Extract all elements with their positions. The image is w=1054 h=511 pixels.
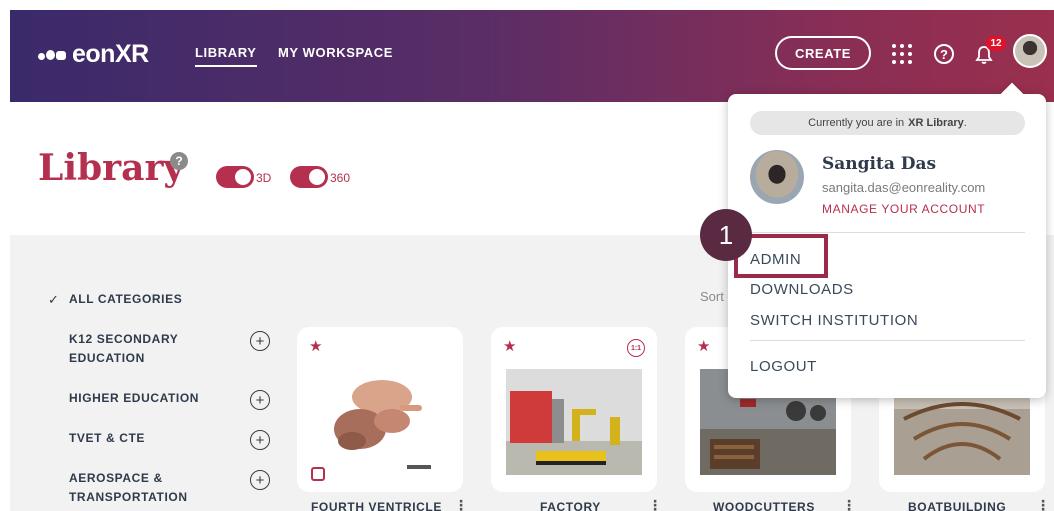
- category-tvet-cte[interactable]: TVET & CTE: [69, 429, 145, 448]
- star-icon[interactable]: ★: [309, 337, 322, 355]
- profile-avatar: [750, 150, 804, 204]
- user-email: sangita.das@eonreality.com: [822, 180, 986, 195]
- location-pill: Currently you are in XR Library.: [750, 111, 1025, 135]
- category-k12-secondary[interactable]: K12 SECONDARY EDUCATION: [69, 330, 178, 368]
- divider: [750, 340, 1025, 341]
- toggle-3d-label: 3D: [256, 171, 272, 185]
- toggle-360[interactable]: [290, 166, 328, 188]
- kebab-menu-icon[interactable]: ⋮: [454, 498, 468, 511]
- logo-mark-icon: [38, 48, 68, 62]
- help-icon[interactable]: ?: [934, 44, 954, 64]
- nav-library[interactable]: LIBRARY: [195, 45, 257, 67]
- expand-plus-icon[interactable]: +: [250, 331, 270, 351]
- expand-plus-icon[interactable]: +: [250, 390, 270, 410]
- brain-model-thumbnail: [334, 380, 431, 469]
- logo-text: eonXR: [72, 40, 149, 68]
- expand-plus-icon[interactable]: +: [250, 470, 270, 490]
- sort-label[interactable]: Sort: [700, 289, 724, 304]
- card-title[interactable]: BOATBUILDING: [908, 500, 1006, 511]
- kebab-menu-icon[interactable]: ⋮: [842, 498, 856, 511]
- eonxr-logo[interactable]: eonXR: [38, 40, 149, 69]
- divider: [750, 232, 1025, 233]
- menu-item-logout[interactable]: LOGOUT: [750, 358, 817, 375]
- category-all[interactable]: ALL CATEGORIES: [69, 290, 182, 309]
- manage-account-link[interactable]: MANAGE YOUR ACCOUNT: [822, 202, 985, 216]
- kebab-menu-icon[interactable]: ⋮: [648, 498, 662, 511]
- card-title[interactable]: FACTORY: [540, 500, 601, 511]
- star-icon[interactable]: ★: [503, 337, 516, 355]
- expand-plus-icon[interactable]: +: [250, 430, 270, 450]
- account-dropdown: Currently you are in XR Library. Sangita…: [728, 94, 1046, 398]
- toggle-3d[interactable]: [216, 166, 254, 188]
- nav-my-workspace[interactable]: MY WORKSPACE: [278, 45, 393, 60]
- user-name: Sangita Das: [822, 154, 937, 174]
- factory-thumbnail: [506, 369, 642, 475]
- card-title[interactable]: WOODCUTTERS: [713, 500, 815, 511]
- category-higher-education[interactable]: HIGHER EDUCATION: [69, 389, 199, 408]
- create-button[interactable]: CREATE: [775, 36, 871, 70]
- page-title: Library: [38, 147, 185, 189]
- menu-item-switch-institution[interactable]: SWITCH INSTITUTION: [750, 312, 918, 329]
- kebab-menu-icon[interactable]: ⋮: [1036, 498, 1050, 511]
- content-card[interactable]: ★: [297, 327, 463, 492]
- notification-count-badge: 12: [986, 36, 1006, 51]
- gallery-icon: [311, 467, 325, 481]
- toggle-360-label: 360: [330, 171, 351, 185]
- app-frame: eonXR LIBRARY MY WORKSPACE CREATE ? 12 L…: [10, 10, 1054, 511]
- top-bar: eonXR LIBRARY MY WORKSPACE CREATE ? 12: [10, 10, 1054, 102]
- library-help-icon[interactable]: ?: [170, 152, 188, 170]
- content-card[interactable]: ★ 1:1: [491, 327, 657, 492]
- step-number-badge: 1: [700, 209, 752, 261]
- user-avatar[interactable]: [1013, 34, 1047, 68]
- star-icon[interactable]: ★: [697, 337, 710, 355]
- check-icon: ✓: [48, 293, 59, 308]
- category-aerospace[interactable]: AEROSPACE & TRANSPORTATION: [69, 469, 188, 507]
- scale-badge-icon: 1:1: [627, 339, 645, 357]
- menu-item-downloads[interactable]: DOWNLOADS: [750, 281, 854, 298]
- apps-grid-icon[interactable]: [892, 44, 912, 64]
- card-title[interactable]: FOURTH VENTRICLE: [311, 500, 442, 511]
